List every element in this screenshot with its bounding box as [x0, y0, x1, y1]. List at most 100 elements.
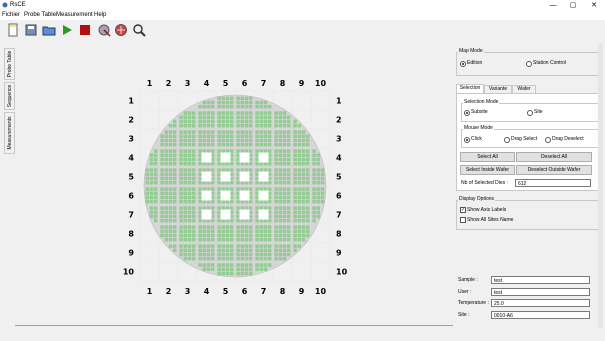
subsite[interactable] — [164, 206, 168, 210]
subsite[interactable] — [301, 168, 306, 172]
subsite[interactable] — [320, 187, 325, 191]
subsite[interactable] — [168, 157, 173, 162]
subsite[interactable] — [240, 111, 244, 115]
subsite[interactable] — [293, 210, 297, 214]
subsite[interactable] — [230, 172, 234, 176]
subsite[interactable] — [202, 149, 206, 153]
subsite[interactable] — [217, 244, 221, 248]
subsite[interactable] — [255, 111, 259, 115]
subsite[interactable] — [183, 206, 187, 210]
subsite[interactable] — [198, 229, 202, 233]
subsite[interactable] — [192, 206, 196, 210]
subsite[interactable] — [278, 187, 283, 191]
radio-edition[interactable] — [460, 61, 466, 67]
subsite[interactable] — [287, 138, 291, 143]
subsite[interactable] — [316, 161, 321, 166]
subsite[interactable] — [274, 191, 278, 195]
subsite[interactable] — [301, 210, 306, 214]
subsite[interactable] — [244, 130, 249, 134]
subsite[interactable] — [255, 142, 259, 147]
subsite[interactable] — [154, 187, 158, 191]
subsite[interactable] — [164, 195, 168, 200]
subsite[interactable] — [287, 229, 291, 233]
subsite[interactable] — [149, 206, 154, 210]
subsite[interactable] — [268, 229, 272, 233]
subsite[interactable] — [306, 233, 310, 238]
subsite[interactable] — [230, 191, 234, 195]
subsite[interactable] — [183, 233, 187, 238]
subsite[interactable] — [198, 206, 202, 210]
subsite[interactable] — [268, 214, 272, 219]
subsite[interactable] — [179, 248, 183, 252]
subsite[interactable] — [282, 244, 287, 248]
subsite[interactable] — [230, 134, 234, 138]
subsite[interactable] — [168, 214, 173, 219]
subsite[interactable] — [244, 238, 249, 242]
subsite[interactable] — [217, 130, 221, 134]
subsite[interactable] — [293, 172, 297, 176]
temperature-field[interactable]: 25.0 — [491, 299, 590, 307]
subsite[interactable] — [192, 214, 196, 219]
subsite[interactable] — [217, 142, 221, 147]
subsite[interactable] — [149, 195, 154, 200]
subsite[interactable] — [217, 168, 221, 172]
subsite[interactable] — [187, 161, 192, 166]
subsite[interactable] — [168, 238, 173, 242]
subsite[interactable] — [187, 248, 192, 252]
subsite[interactable] — [168, 149, 173, 153]
subsite[interactable] — [154, 206, 158, 210]
subsite[interactable] — [154, 176, 158, 181]
subsite[interactable] — [268, 233, 272, 238]
subsite[interactable] — [230, 153, 234, 157]
subsite[interactable] — [259, 187, 263, 191]
subsite[interactable] — [236, 153, 240, 157]
subsite[interactable] — [206, 149, 211, 153]
subsite[interactable] — [230, 187, 234, 191]
subsite[interactable] — [217, 104, 221, 109]
subsite[interactable] — [206, 168, 211, 172]
wafer-icon[interactable] — [114, 23, 128, 37]
subsite[interactable] — [217, 161, 221, 166]
subsite[interactable] — [274, 123, 278, 128]
subsite[interactable] — [173, 161, 177, 166]
subsite[interactable] — [149, 181, 154, 185]
subsite[interactable] — [187, 111, 192, 115]
subsite[interactable] — [206, 119, 211, 124]
subsite[interactable] — [160, 134, 164, 138]
subsite[interactable] — [306, 225, 310, 229]
subsite[interactable] — [274, 233, 278, 238]
subsite[interactable] — [255, 244, 259, 248]
subsite[interactable] — [306, 149, 310, 153]
subsite[interactable] — [274, 115, 278, 119]
subsite[interactable] — [225, 161, 230, 166]
subsite[interactable] — [198, 233, 202, 238]
subsite[interactable] — [249, 229, 253, 233]
subsite[interactable] — [225, 271, 230, 276]
subsite[interactable] — [255, 134, 259, 138]
subsite[interactable] — [221, 271, 225, 276]
subsite[interactable] — [221, 181, 225, 185]
subsite[interactable] — [263, 161, 268, 166]
subsite[interactable] — [287, 225, 291, 229]
subsite[interactable] — [240, 100, 244, 105]
subsite[interactable] — [183, 191, 187, 195]
subsite[interactable] — [160, 219, 164, 223]
subsite[interactable] — [278, 153, 283, 157]
subsite[interactable] — [179, 252, 183, 257]
subsite[interactable] — [225, 181, 230, 185]
subsite[interactable] — [255, 115, 259, 119]
subsite[interactable] — [301, 134, 306, 138]
subsite[interactable] — [236, 229, 240, 233]
subsite[interactable] — [287, 153, 291, 157]
subsite[interactable] — [221, 115, 225, 119]
subsite[interactable] — [168, 161, 173, 166]
subsite[interactable] — [244, 123, 249, 128]
subsite[interactable] — [244, 225, 249, 229]
subsite[interactable] — [293, 168, 297, 172]
subsite[interactable] — [236, 252, 240, 257]
subsite[interactable] — [217, 267, 221, 271]
subsite[interactable] — [192, 225, 196, 229]
subsite[interactable] — [160, 187, 164, 191]
subsite[interactable] — [255, 149, 259, 153]
subsite[interactable] — [160, 181, 164, 185]
